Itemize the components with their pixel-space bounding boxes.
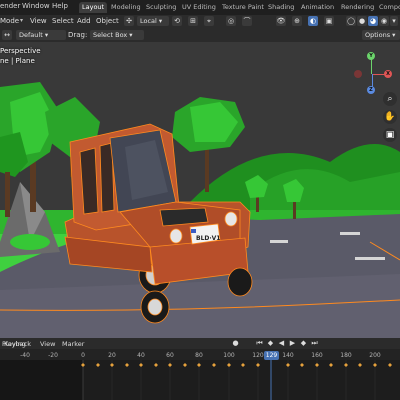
tab-modeling[interactable]: Modeling — [108, 2, 144, 13]
tick-label: -20 — [48, 352, 58, 359]
tab-animation[interactable]: Animation — [298, 2, 337, 13]
hand-icon[interactable]: ✋ — [383, 110, 397, 124]
tick-label: 140 — [282, 352, 294, 359]
drag-dropdown[interactable]: Select Box ▾ — [90, 30, 144, 40]
record-icon[interactable]: ● — [231, 339, 240, 348]
tab-shading[interactable]: Shading — [265, 2, 297, 13]
menu-help[interactable]: Help — [52, 2, 68, 10]
drag-label: Drag: — [68, 31, 88, 39]
overlays-icon[interactable]: ◐ — [308, 16, 318, 26]
zoom-icon[interactable]: ⌕ — [383, 92, 397, 106]
viewport-header: Mode ▾ View Select Add Object ✣ Local ▾ … — [0, 15, 400, 28]
menu-view-timeline[interactable]: View — [40, 340, 55, 348]
tick-label: 180 — [340, 352, 352, 359]
tab-uv-editing[interactable]: UV Editing — [179, 2, 219, 13]
tab-layout[interactable]: Layout — [79, 2, 108, 13]
tab-sculpting[interactable]: Sculpting — [143, 2, 179, 13]
falloff-icon[interactable]: ⌒ — [242, 16, 252, 26]
tab-rendering[interactable]: Rendering — [338, 2, 377, 13]
orientation-dropdown[interactable]: Default ▾ — [16, 30, 66, 40]
top-menubar: ender Window Help Layout Modeling Sculpt… — [0, 0, 400, 15]
drag-value: Select Box — [93, 31, 128, 39]
play-reverse-icon[interactable]: ◀ — [277, 339, 286, 348]
menu-view[interactable]: View — [30, 17, 47, 25]
jump-end-icon[interactable]: ⏭ — [310, 339, 319, 348]
collection-path: ne | Plane — [0, 57, 35, 65]
solid-shading-icon[interactable]: ● — [357, 16, 367, 26]
menu-object[interactable]: Object — [96, 17, 119, 25]
camera-icon[interactable]: ▣ — [383, 128, 397, 142]
visibility-icon[interactable]: 👁 — [276, 16, 286, 26]
menu-add[interactable]: Add — [77, 17, 91, 25]
menu-window[interactable]: Window — [22, 2, 50, 10]
snap-target-icon[interactable]: ⌖ — [204, 16, 214, 26]
3d-viewport[interactable]: BLD·V1 Perspective ne | Plane Y X Z ⌕ ✋ … — [0, 42, 400, 338]
timeline-keyframes — [0, 360, 392, 400]
snap-icon[interactable]: ⊞ — [188, 16, 198, 26]
y-axis-line — [371, 58, 372, 74]
current-frame-indicator[interactable]: 129 — [264, 351, 279, 360]
pivot-icon[interactable]: ⟲ — [172, 16, 182, 26]
tick-label: -40 — [20, 352, 30, 359]
license-plate-text: BLD·V1 — [196, 235, 220, 242]
tick-label: 100 — [223, 352, 235, 359]
proportional-edit-icon[interactable]: ◎ — [226, 16, 236, 26]
transform-orientation-icon[interactable]: ✣ — [124, 16, 134, 26]
transform-orientation-value: Local — [140, 17, 157, 25]
tick-label: 20 — [108, 352, 116, 359]
shading-options-icon[interactable]: ▾ — [390, 16, 398, 26]
tick-label: 160 — [311, 352, 323, 359]
options-label: Options — [365, 31, 391, 39]
transform-icon[interactable]: ↔ — [2, 30, 12, 40]
tick-label: 40 — [137, 352, 145, 359]
menu-keying[interactable]: Keying — [4, 340, 26, 348]
viewport-gizmo-icon[interactable]: ⊕ — [292, 16, 302, 26]
y-axis-ball[interactable]: Y — [367, 52, 375, 60]
jump-keyframe-forward-icon[interactable]: ◆ — [299, 339, 308, 348]
tick-label: 60 — [166, 352, 174, 359]
transform-orientation-dropdown[interactable]: Local ▾ — [137, 16, 169, 26]
jump-keyframe-back-icon[interactable]: ◆ — [266, 339, 275, 348]
menu-select[interactable]: Select — [52, 17, 74, 25]
options-dropdown[interactable]: Options ▾ — [362, 30, 400, 40]
menu-blender[interactable]: ender — [0, 2, 20, 10]
rendered-shading-icon[interactable]: ◉ — [379, 16, 389, 26]
tab-compositing[interactable]: Compo — [376, 2, 400, 13]
play-icon[interactable]: ▶ — [288, 339, 297, 348]
z-axis-ball[interactable]: Z — [367, 86, 375, 94]
view-name: Perspective — [0, 47, 41, 55]
tab-texture-paint[interactable]: Texture Paint — [219, 2, 267, 13]
jump-start-icon[interactable]: ⏮ — [255, 339, 264, 348]
tool-settings-bar: ↔ Default ▾ Drag: Select Box ▾ Options ▾ — [0, 28, 400, 43]
orientation-value: Default — [19, 31, 43, 39]
timeline-body[interactable] — [0, 360, 400, 400]
xray-icon[interactable]: ▣ — [324, 16, 334, 26]
navigation-gizmo[interactable]: Y X Z — [350, 52, 394, 96]
material-shading-icon[interactable]: ◕ — [368, 16, 378, 26]
wireframe-shading-icon[interactable]: ◯ — [346, 16, 356, 26]
tick-label: 0 — [81, 352, 85, 359]
viewport-scene: BLD·V1 — [0, 42, 400, 338]
mode-selector[interactable]: Mode — [0, 17, 19, 25]
neg-x-axis-ball[interactable] — [354, 70, 362, 78]
tick-label: 120 — [252, 352, 264, 359]
tick-label: 200 — [369, 352, 381, 359]
x-axis-ball[interactable]: X — [384, 70, 392, 78]
tick-label: 80 — [195, 352, 203, 359]
timeline-header: Playback Keying View Marker ● ⏮ ◆ ◀ ▶ ◆ … — [0, 338, 400, 349]
menu-marker[interactable]: Marker — [62, 340, 84, 348]
chevron-down-icon: ▾ — [20, 17, 24, 24]
